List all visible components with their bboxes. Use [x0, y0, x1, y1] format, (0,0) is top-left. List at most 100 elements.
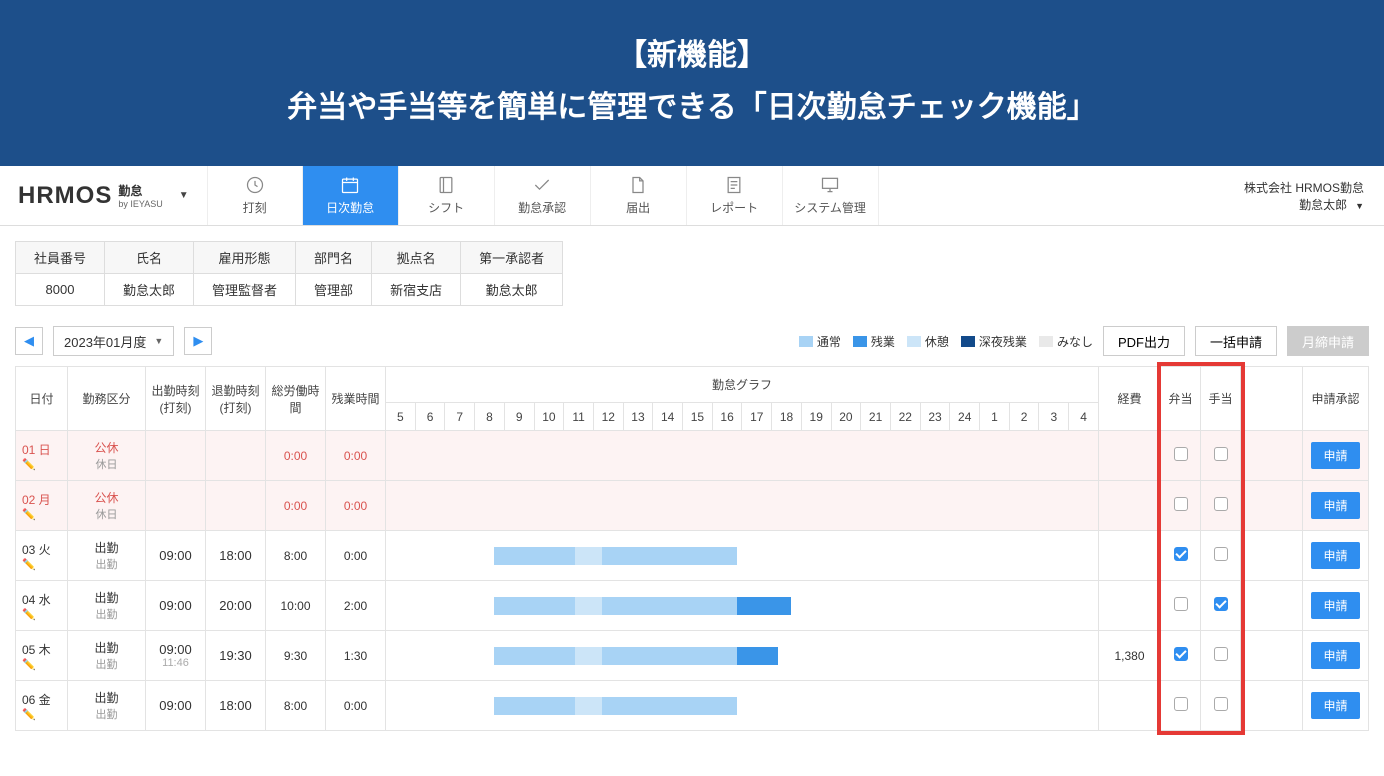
nav-file[interactable]: 届出 — [591, 166, 687, 225]
nav-label: 勤怠承認 — [518, 199, 566, 216]
attendance-row: 02 月✏️公休休日0:000:00申請 — [16, 481, 1369, 531]
col-kubun: 勤務区分 — [68, 367, 146, 431]
pencil-icon[interactable]: ✏️ — [22, 608, 65, 621]
kubun-sub: 出勤 — [70, 656, 143, 672]
bento-checkbox[interactable] — [1174, 597, 1188, 611]
graph-bar — [575, 647, 602, 665]
date-label: 02 月 — [22, 491, 65, 508]
graph-bar — [737, 597, 791, 615]
doc-icon — [724, 175, 744, 195]
chevron-down-icon: ▼ — [154, 336, 163, 346]
apply-button[interactable]: 申請 — [1311, 492, 1359, 519]
pdf-export-button[interactable]: PDF出力 — [1103, 326, 1185, 356]
nav-check[interactable]: 勤怠承認 — [495, 166, 591, 225]
ot-time: 2:00 — [344, 599, 367, 613]
graph-bar — [575, 597, 602, 615]
teate-checkbox[interactable] — [1214, 497, 1228, 511]
employee-info-table: 社員番号氏名雇用形態部門名拠点名第一承認者 8000勤怠太郎管理監督者管理部新宿… — [15, 241, 563, 306]
date-label: 06 金 — [22, 691, 65, 708]
hour-header: 2 — [1009, 403, 1039, 431]
col-ot: 残業時間 — [326, 367, 386, 431]
user-menu[interactable]: 株式会社 HRMOS勤怠 勤怠太郎▼ — [1244, 179, 1384, 213]
pencil-icon[interactable]: ✏️ — [22, 708, 65, 721]
kubun-main: 出勤 — [70, 689, 143, 706]
out-time: 19:30 — [208, 648, 263, 663]
graph-bar — [575, 697, 602, 715]
pencil-icon[interactable]: ✏️ — [22, 658, 65, 671]
emp-header: 部門名 — [296, 242, 372, 274]
hour-header: 4 — [1069, 403, 1099, 431]
bento-checkbox[interactable] — [1174, 497, 1188, 511]
teate-checkbox[interactable] — [1214, 697, 1228, 711]
nav-clock[interactable]: 打刻 — [207, 166, 303, 225]
graph-bar — [494, 647, 575, 665]
kubun-main: 公休 — [70, 439, 143, 456]
graph-bar — [737, 647, 778, 665]
bento-checkbox[interactable] — [1174, 447, 1188, 461]
legend-swatch — [1039, 336, 1053, 347]
pencil-icon[interactable]: ✏️ — [22, 558, 65, 571]
kubun-main: 出勤 — [70, 639, 143, 656]
in-time: 09:00 — [148, 548, 203, 563]
emp-header: 社員番号 — [16, 242, 105, 274]
graph-bar — [494, 597, 575, 615]
graph-bar — [494, 697, 575, 715]
kubun-sub: 休日 — [70, 506, 143, 522]
legend-item: みなし — [1039, 333, 1093, 350]
nav-label: 打刻 — [243, 199, 267, 216]
notebook-icon — [436, 175, 456, 195]
apply-button[interactable]: 申請 — [1311, 692, 1359, 719]
nav-notebook[interactable]: シフト — [399, 166, 495, 225]
month-close-button: 月締申請 — [1287, 326, 1369, 356]
legend-item: 残業 — [853, 333, 895, 350]
teate-checkbox[interactable] — [1214, 447, 1228, 461]
hour-header: 17 — [742, 403, 772, 431]
apply-button[interactable]: 申請 — [1311, 542, 1359, 569]
banner-title-1: 【新機能】 — [20, 30, 1364, 74]
teate-checkbox[interactable] — [1214, 647, 1228, 661]
period-label: 2023年01月度 — [64, 332, 146, 351]
apply-button[interactable]: 申請 — [1311, 642, 1359, 669]
teate-checkbox[interactable] — [1214, 547, 1228, 561]
kubun-main: 出勤 — [70, 589, 143, 606]
chevron-down-icon: ▼ — [179, 190, 189, 201]
batch-apply-button[interactable]: 一括申請 — [1195, 326, 1277, 356]
emp-header: 第一承認者 — [461, 242, 563, 274]
out-time: 20:00 — [208, 598, 263, 613]
period-select[interactable]: 2023年01月度 ▼ — [53, 326, 174, 356]
hour-header: 24 — [950, 403, 980, 431]
prev-period-button[interactable]: ◀ — [15, 327, 43, 355]
apply-button[interactable]: 申請 — [1311, 442, 1359, 469]
total-time: 8:00 — [284, 549, 307, 563]
col-graph: 勤怠グラフ — [386, 367, 1099, 403]
legend-swatch — [907, 336, 921, 347]
apply-button[interactable]: 申請 — [1311, 592, 1359, 619]
nav-label: 日次勤怠 — [326, 199, 374, 216]
in-time-stamp: 11:46 — [148, 657, 203, 669]
nav-label: 届出 — [626, 199, 650, 216]
pencil-icon[interactable]: ✏️ — [22, 458, 65, 471]
bento-checkbox[interactable] — [1174, 547, 1188, 561]
nav-label: シフト — [428, 199, 464, 216]
attendance-graph — [386, 597, 1098, 615]
nav-calendar[interactable]: 日次勤怠 — [303, 166, 399, 225]
teate-checkbox[interactable] — [1214, 597, 1228, 611]
graph-bar — [494, 547, 575, 565]
hour-header: 5 — [386, 403, 416, 431]
bento-checkbox[interactable] — [1174, 647, 1188, 661]
feature-banner: 【新機能】 弁当や手当等を簡単に管理できる「日次勤怠チェック機能」 — [0, 0, 1384, 166]
logo-sub: 勤怠 — [118, 182, 162, 199]
hour-header: 9 — [504, 403, 534, 431]
hour-header: 13 — [623, 403, 653, 431]
next-period-button[interactable]: ▶ — [184, 327, 212, 355]
attendance-graph — [386, 647, 1098, 665]
bento-checkbox[interactable] — [1174, 697, 1188, 711]
nav-doc[interactable]: レポート — [687, 166, 783, 225]
logo[interactable]: HRMOS 勤怠 by IEYASU ▼ — [0, 182, 207, 210]
graph-bar — [602, 697, 737, 715]
monitor-icon — [820, 175, 840, 195]
pencil-icon[interactable]: ✏️ — [22, 508, 65, 521]
nav-monitor[interactable]: システム管理 — [783, 166, 879, 225]
emp-value: 管理部 — [296, 274, 372, 306]
logo-tiny: by IEYASU — [118, 199, 162, 209]
